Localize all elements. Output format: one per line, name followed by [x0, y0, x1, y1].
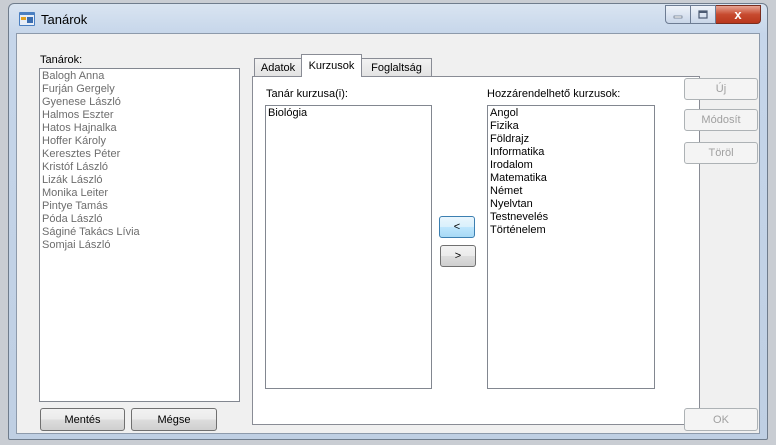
teacher-list-item[interactable]: Kristóf László	[42, 161, 237, 174]
available-course-item[interactable]: Informatika	[490, 146, 652, 159]
available-course-item[interactable]: Fizika	[490, 120, 652, 133]
teacher-list-item[interactable]: Póda László	[42, 213, 237, 226]
application-icon[interactable]	[19, 12, 35, 26]
teacher-list-item[interactable]: Monika Leiter	[42, 187, 237, 200]
window-title: Tanárok	[41, 12, 88, 27]
modify-button[interactable]: Módosít	[684, 109, 758, 131]
teacher-courses-listbox[interactable]: Biológia	[265, 105, 432, 389]
teachers-label: Tanárok:	[40, 54, 83, 66]
add-course-button[interactable]: <	[439, 216, 475, 238]
teacher-list-item[interactable]: Lizák László	[42, 174, 237, 187]
remove-course-button[interactable]: >	[440, 245, 476, 267]
available-course-item[interactable]: Irodalom	[490, 159, 652, 172]
delete-button[interactable]: Töröl	[684, 142, 758, 164]
available-course-item[interactable]: Testnevelés	[490, 211, 652, 224]
teachers-listbox[interactable]: Balogh Anna Furján Gergely Gyenese László H…	[39, 68, 240, 402]
available-course-item[interactable]: Földrajz	[490, 133, 652, 146]
teacher-list-item[interactable]: Somjai László	[42, 239, 237, 252]
available-course-item[interactable]: Nyelvtan	[490, 198, 652, 211]
tab-foglaltsag[interactable]: Foglaltság	[361, 58, 432, 76]
teacher-list-item[interactable]: Hoffer Károly	[42, 135, 237, 148]
teacher-list-item[interactable]: Hatos Hajnalka	[42, 122, 237, 135]
teacher-list-item[interactable]: Keresztes Péter	[42, 148, 237, 161]
available-course-item[interactable]: Német	[490, 185, 652, 198]
client-area: Tanárok: Balogh Anna Furján Gergely Gyenes…	[16, 33, 760, 434]
teacher-list-item[interactable]: Pintye Tamás	[42, 200, 237, 213]
tab-adatok[interactable]: Adatok	[254, 58, 302, 76]
title-bar[interactable]: Tanárok x	[9, 4, 767, 34]
save-button[interactable]: Mentés	[40, 408, 125, 431]
maximize-button[interactable]	[691, 5, 716, 24]
maximize-icon	[698, 10, 708, 19]
new-button[interactable]: Új	[684, 78, 758, 100]
close-button[interactable]: x	[716, 5, 761, 24]
available-course-item[interactable]: Angol	[490, 107, 652, 120]
cancel-button[interactable]: Mégse	[131, 408, 217, 431]
ok-button[interactable]: OK	[684, 408, 758, 431]
teacher-list-item[interactable]: Gyenese László	[42, 96, 237, 109]
available-course-item[interactable]: Történelem	[490, 224, 652, 237]
tab-page-kurzusok: Tanár kurzusa(i): Biológia < > Hozzárend…	[252, 76, 700, 425]
caption-buttons: x	[665, 5, 761, 25]
minimize-icon	[673, 15, 683, 18]
available-courses-listbox[interactable]: Angol Fizika Földrajz Informatika Irodalom Ma…	[487, 105, 655, 389]
minimize-button[interactable]	[665, 5, 691, 24]
teacher-course-item[interactable]: Biológia	[268, 107, 429, 120]
close-icon: x	[734, 7, 742, 22]
teacher-list-item[interactable]: Balogh Anna	[42, 70, 237, 83]
available-courses-label: Hozzárendelhető kurzusok:	[487, 88, 621, 100]
teacher-list-item[interactable]: Ságiné Takács Lívia	[42, 226, 237, 239]
teacher-list-item[interactable]: Furján Gergely	[42, 83, 237, 96]
available-course-item[interactable]: Matematika	[490, 172, 652, 185]
teacher-list-item[interactable]: Halmos Eszter	[42, 109, 237, 122]
teacher-courses-label: Tanár kurzusa(i):	[266, 88, 348, 100]
tab-kurzusok[interactable]: Kurzusok	[301, 54, 362, 77]
main-window: Tanárok x Tanárok: Balogh Anna Furján Ger…	[8, 3, 768, 440]
